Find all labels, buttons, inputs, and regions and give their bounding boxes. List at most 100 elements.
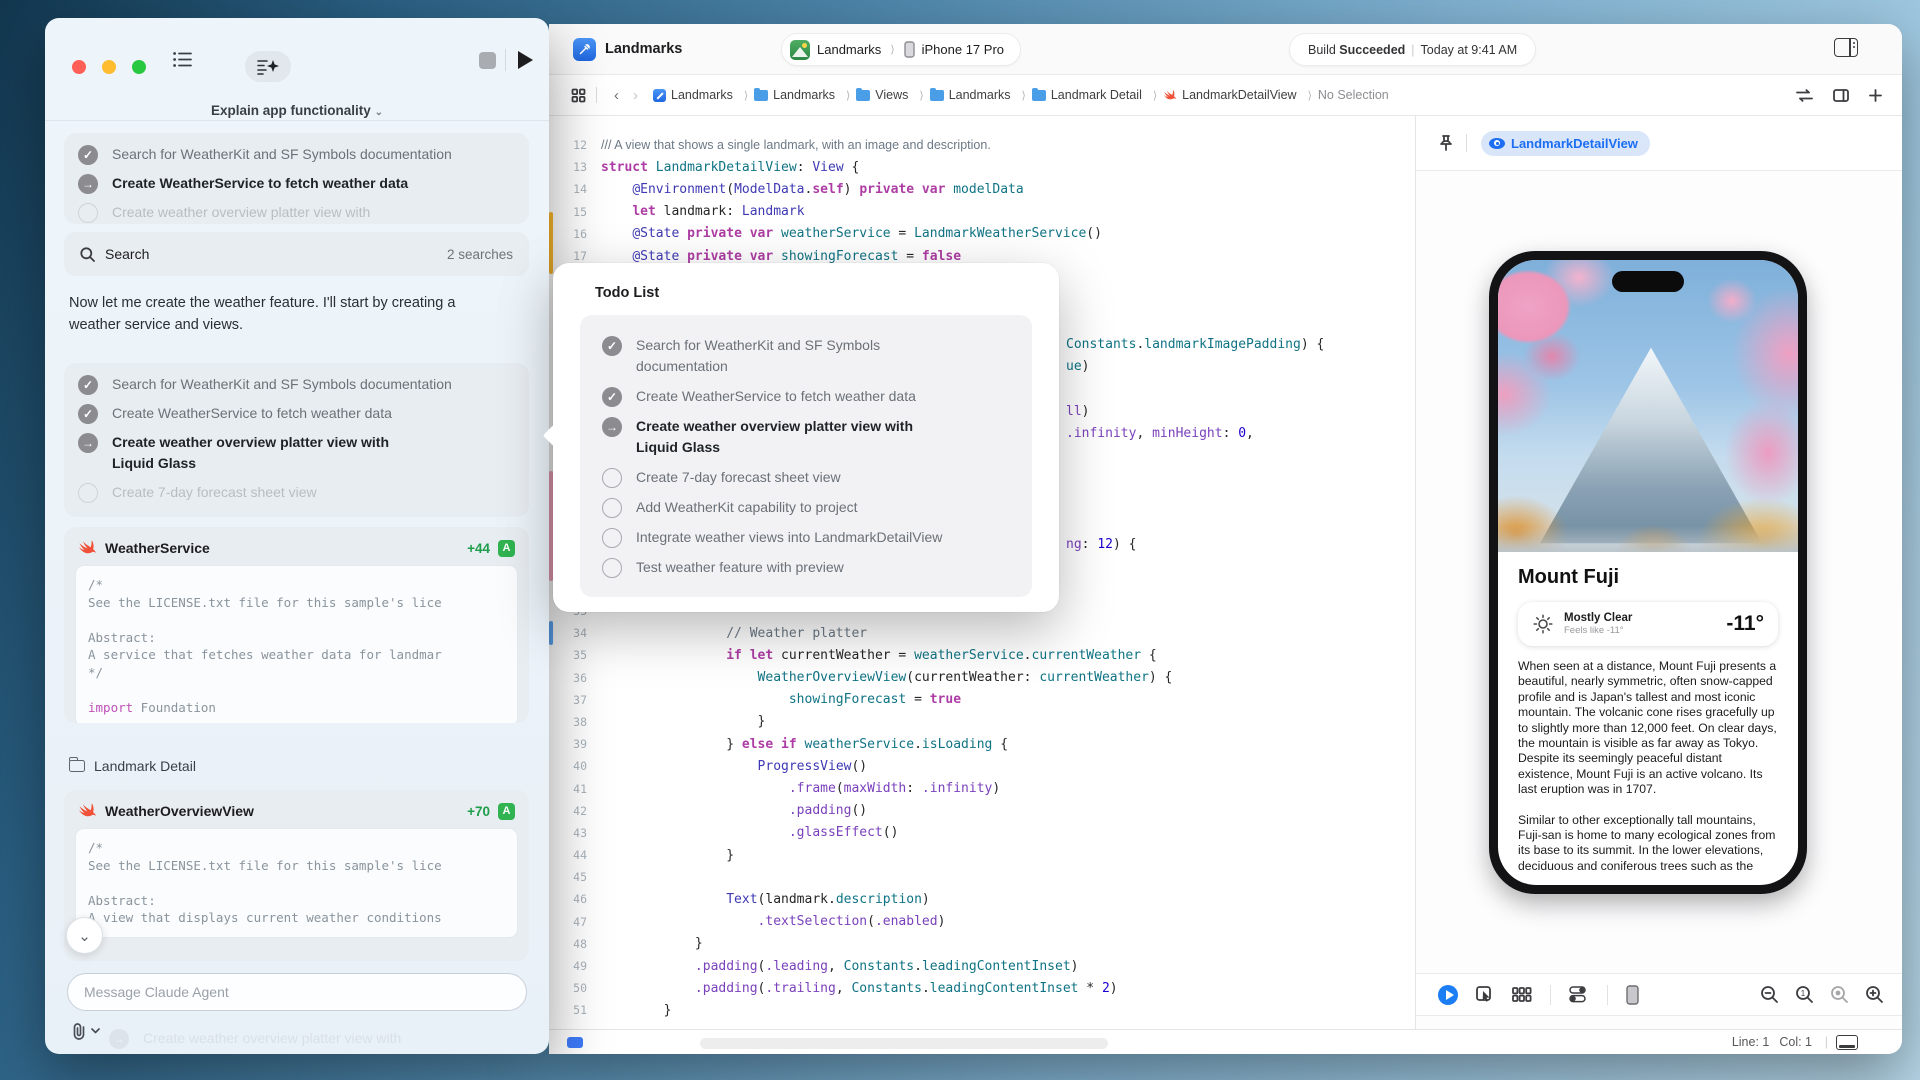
todo-summary-card[interactable]: Search for WeatherKit and SF Symbols doc… xyxy=(64,133,529,224)
attachment-row[interactable] xyxy=(71,1022,100,1040)
todo-item[interactable]: Create weather overview platter view wit… xyxy=(78,202,515,223)
snippet-line: Abstract: xyxy=(88,629,505,647)
code-line[interactable]: 38 } xyxy=(549,711,1415,733)
snippet-line: See the LICENSE.txt file for this sample… xyxy=(88,857,505,875)
display-mode-icon[interactable] xyxy=(1836,1035,1858,1050)
code-line[interactable]: 12/// A view that shows a single landmar… xyxy=(549,134,1415,156)
todo-item[interactable]: Create weather overview platter view wit… xyxy=(602,416,1010,458)
minimize-button[interactable] xyxy=(102,60,116,74)
todo-item[interactable]: Integrate weather views into LandmarkDet… xyxy=(602,527,1010,548)
preview-target-chip[interactable]: LandmarkDetailView xyxy=(1481,131,1650,156)
todo-item[interactable]: Create WeatherService to fetch weather d… xyxy=(78,403,515,424)
code-line[interactable]: 50 .padding(.trailing, Constants.leading… xyxy=(549,977,1415,999)
code-line[interactable]: 16 @State private var weatherService = L… xyxy=(549,223,1415,245)
chevron-right-icon: ⟩ xyxy=(1308,89,1312,102)
scroll-to-bottom-button[interactable]: ⌄ xyxy=(66,917,103,954)
breadcrumb-item[interactable]: No Selection xyxy=(1318,88,1389,102)
todo-item[interactable]: Create WeatherService to fetch weather d… xyxy=(602,386,1010,407)
lines-added: +70 xyxy=(467,804,490,819)
code-line[interactable]: 44 } xyxy=(549,844,1415,866)
code-line[interactable]: 42 .padding() xyxy=(549,800,1415,822)
code-line[interactable]: 36 WeatherOverviewView(currentWeather: c… xyxy=(549,667,1415,689)
plus-icon[interactable] xyxy=(1869,89,1882,102)
progress-chip xyxy=(567,1037,583,1048)
todo-item[interactable]: Test weather feature with preview xyxy=(602,557,1010,578)
todo-item[interactable]: Create 7-day forecast sheet view xyxy=(78,482,515,503)
agent-mode-pill[interactable] xyxy=(245,51,291,82)
related-items-icon[interactable] xyxy=(571,88,586,103)
zoom-100-icon[interactable]: 1 xyxy=(1795,985,1814,1004)
run-destination[interactable]: iPhone 17 Pro xyxy=(922,42,1004,57)
file-card-weatherservice[interactable]: WeatherService +44 A /*See the LICENSE.t… xyxy=(64,527,529,723)
device-settings-icon[interactable] xyxy=(1569,986,1589,1003)
code-line[interactable]: 15 let landmark: Landmark xyxy=(549,201,1415,223)
message-input[interactable] xyxy=(67,973,527,1011)
code-line[interactable]: 48 } xyxy=(549,933,1415,955)
code-line[interactable]: 47 .textSelection(.enabled) xyxy=(549,911,1415,933)
zoom-button[interactable] xyxy=(132,60,146,74)
code-line[interactable]: 35 if let currentWeather = weatherServic… xyxy=(549,644,1415,666)
ghost-todo-row: Create weather overview platter view wit… xyxy=(109,1028,401,1049)
forward-button[interactable]: › xyxy=(626,87,645,104)
todo-label: Create WeatherService to fetch weather d… xyxy=(112,403,392,424)
file-card-weatheroverviewview[interactable]: WeatherOverviewView +70 A /*See the LICE… xyxy=(64,790,529,961)
todo-label: Create weather overview platter view wit… xyxy=(112,432,389,474)
todo-item[interactable]: Search for WeatherKit and SF Symbols doc… xyxy=(78,374,515,395)
code-line[interactable]: 39 } else if weatherService.isLoading { xyxy=(549,733,1415,755)
code-line[interactable]: 41 .frame(maxWidth: .infinity) xyxy=(549,777,1415,799)
breadcrumb-item[interactable]: Landmarks⟩ xyxy=(754,88,850,102)
code-line[interactable]: 34 // Weather platter xyxy=(549,622,1415,644)
preview-device-icon[interactable] xyxy=(1626,985,1639,1005)
breadcrumb-item[interactable]: Views⟩ xyxy=(856,88,923,102)
scheme-name[interactable]: Landmarks xyxy=(817,42,881,57)
code-line[interactable]: 37 showingForecast = true xyxy=(549,689,1415,711)
live-preview-button[interactable] xyxy=(1438,985,1458,1005)
code-line[interactable]: 51 } xyxy=(549,999,1415,1021)
weather-platter[interactable]: Mostly Clear Feels like -11° -11° xyxy=(1518,602,1778,646)
code-line[interactable]: 40 ProgressView() xyxy=(549,755,1415,777)
zoom-in-icon[interactable] xyxy=(1865,985,1884,1004)
inspector-toggle-icon[interactable] xyxy=(1834,38,1858,57)
todo-item[interactable]: Search for WeatherKit and SF Symbols doc… xyxy=(602,335,1010,377)
breadcrumb-item[interactable]: Landmark Detail⟩ xyxy=(1032,88,1157,102)
line-number: 16 xyxy=(549,227,595,241)
breadcrumb-item[interactable]: Landmarks⟩ xyxy=(653,88,748,102)
scheme-device-picker[interactable]: Landmarks ⟩ iPhone 17 Pro xyxy=(781,33,1021,66)
zoom-out-icon[interactable] xyxy=(1760,985,1779,1004)
variants-grid-icon[interactable] xyxy=(1512,987,1532,1002)
todo-item[interactable]: Add WeatherKit capability to project xyxy=(602,497,1010,518)
back-button[interactable]: ‹ xyxy=(607,87,626,104)
session-title[interactable]: Explain app functionality ⌄ xyxy=(45,103,549,118)
close-button[interactable] xyxy=(72,60,86,74)
dynamic-island xyxy=(1612,271,1684,292)
todo-item[interactable]: Search for WeatherKit and SF Symbols doc… xyxy=(78,144,515,165)
search-activity-row[interactable]: Search 2 searches xyxy=(64,232,529,276)
code-line[interactable]: 46 Text(landmark.description) xyxy=(549,888,1415,910)
code-line[interactable]: 13struct LandmarkDetailView: View { xyxy=(549,156,1415,178)
group-row-landmark-detail[interactable]: Landmark Detail xyxy=(69,758,196,774)
todo-item[interactable]: Create weather overview platter view wit… xyxy=(78,432,515,474)
add-editor-icon[interactable] xyxy=(1833,89,1849,102)
activity-status[interactable]: Build Succeeded | Today at 9:41 AM xyxy=(1289,33,1536,66)
pin-icon[interactable] xyxy=(1438,134,1454,152)
check-circle-icon xyxy=(602,387,622,407)
editor-options-icon[interactable] xyxy=(1796,89,1813,102)
todo-item[interactable]: Create 7-day forecast sheet view xyxy=(602,467,1010,488)
empty-circle-icon xyxy=(602,498,622,518)
run-agent-button[interactable] xyxy=(518,51,533,69)
breadcrumb-item[interactable]: LandmarkDetailView⟩ xyxy=(1163,88,1312,102)
code-line[interactable]: 43 .glassEffect() xyxy=(549,822,1415,844)
chevron-right-icon: ⟩ xyxy=(744,89,748,102)
selectable-mode-icon[interactable] xyxy=(1476,986,1494,1004)
code-line[interactable]: 14 @Environment(ModelData.self) private … xyxy=(549,178,1415,200)
code-line[interactable]: 49 .padding(.leading, Constants.leadingC… xyxy=(549,955,1415,977)
todo-item[interactable]: Create WeatherService to fetch weather d… xyxy=(78,173,515,194)
code-line[interactable]: 45 xyxy=(549,866,1415,888)
todo-progress-card[interactable]: Search for WeatherKit and SF Symbols doc… xyxy=(64,363,529,517)
line-number: 44 xyxy=(549,848,595,862)
zoom-fit-icon[interactable] xyxy=(1830,985,1849,1004)
iphone-preview[interactable]: Mount Fuji Mostly Clear Feels like -11° xyxy=(1489,251,1807,894)
session-list-icon[interactable] xyxy=(173,51,193,68)
stop-button[interactable] xyxy=(479,52,496,69)
breadcrumb-item[interactable]: Landmarks⟩ xyxy=(930,88,1026,102)
